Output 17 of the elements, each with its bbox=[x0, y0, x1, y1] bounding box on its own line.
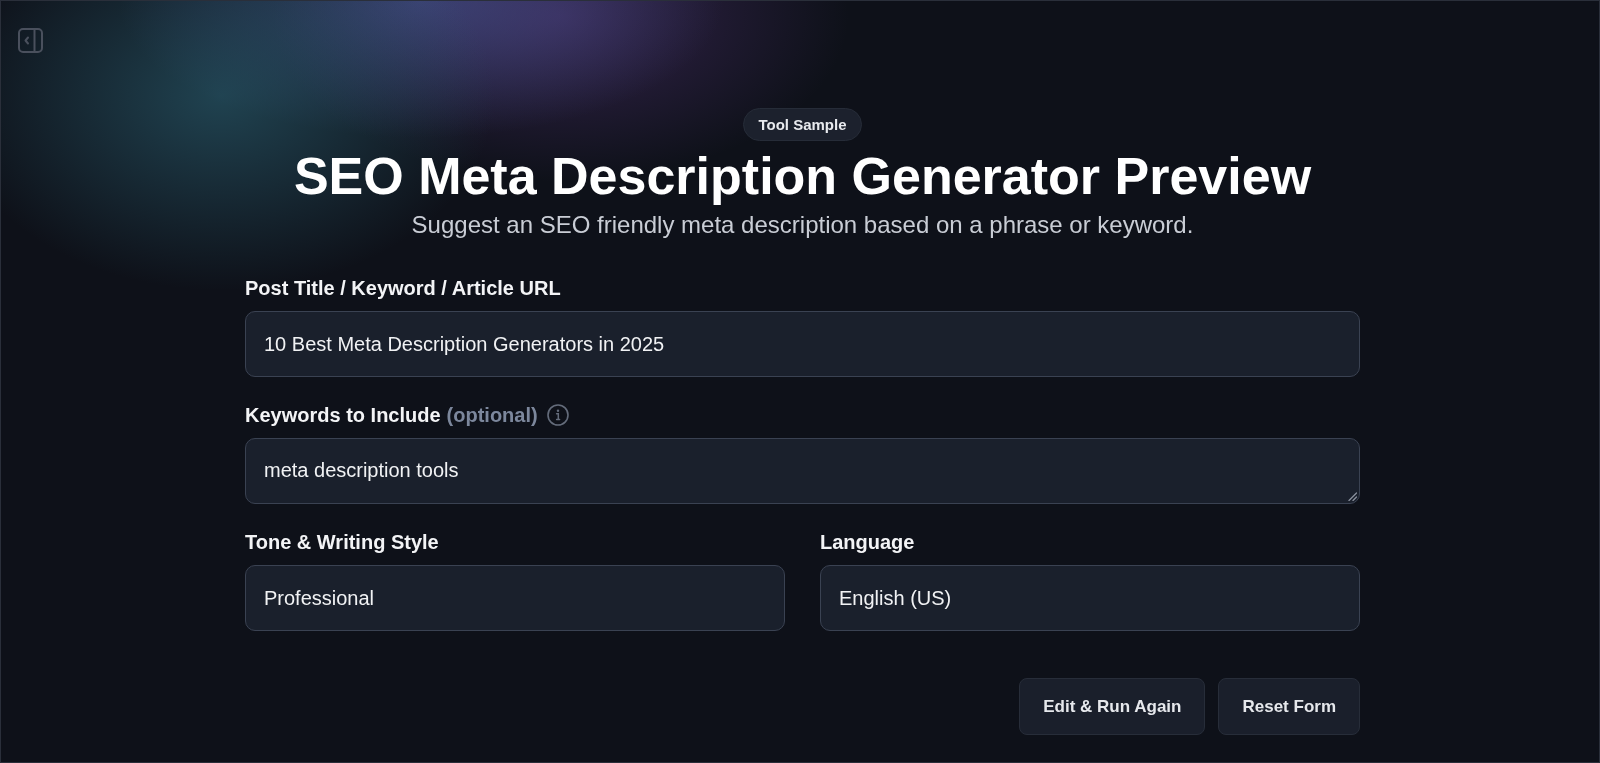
page-title: SEO Meta Description Generator Preview bbox=[293, 146, 1312, 206]
action-button[interactable]: Edit & Run Again bbox=[1019, 678, 1206, 735]
info-icon[interactable] bbox=[546, 404, 569, 426]
textarea-field[interactable]: meta description tools bbox=[245, 438, 1360, 504]
field-label: Language bbox=[820, 530, 915, 554]
action-button[interactable]: Reset Form bbox=[1218, 678, 1360, 735]
sidebar-toggle-icon[interactable] bbox=[18, 28, 43, 53]
input-field[interactable]: 10 Best Meta Description Generators in 2025 bbox=[245, 311, 1360, 377]
field-label: Post Title / Keyword / Article URL bbox=[245, 276, 561, 300]
field-label: Keywords to Include bbox=[245, 403, 441, 427]
tool-sample-badge: Tool Sample bbox=[743, 108, 862, 141]
optional-note: (optional) bbox=[446, 403, 538, 427]
select-field[interactable]: English (US) bbox=[820, 565, 1360, 631]
select-field[interactable]: Professional bbox=[245, 565, 785, 631]
page-subtitle: Suggest an SEO friendly meta description based on a phrase or keyword. bbox=[411, 210, 1194, 240]
field-label: Tone & Writing Style bbox=[245, 530, 439, 554]
resize-handle-icon[interactable] bbox=[1348, 492, 1357, 501]
